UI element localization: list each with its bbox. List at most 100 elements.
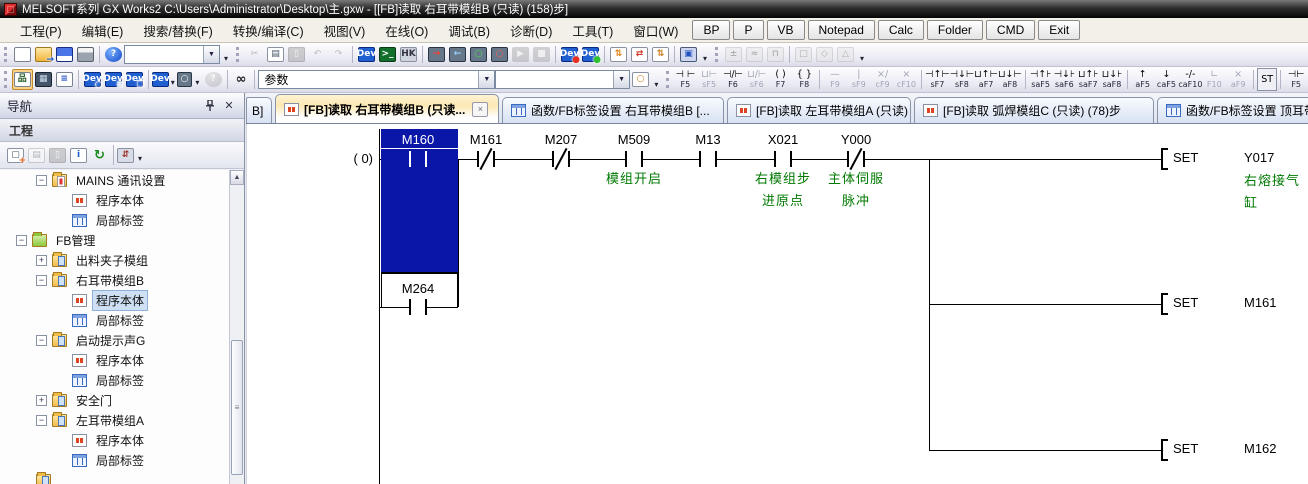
collapse-icon[interactable]: − xyxy=(36,175,47,186)
clipped-ladder-button[interactable]: ⊣⊢F5 xyxy=(1284,68,1308,91)
find-target-combo[interactable]: ▼ xyxy=(495,70,630,89)
device-search-icon[interactable]: ○▾ xyxy=(177,69,203,90)
tree-item-2[interactable]: 局部标签 xyxy=(0,210,229,230)
menu-item-0[interactable]: 工程(P) xyxy=(10,18,72,43)
device-tiles-icon[interactable]: Dev❒ xyxy=(124,69,145,90)
delete-horizontal-line-button[interactable]: ×/cF9 xyxy=(871,68,895,91)
toolbar-grip[interactable] xyxy=(4,47,9,62)
refresh-icon[interactable]: ↻ xyxy=(89,145,110,166)
quick-access-combo[interactable]: ▼ xyxy=(124,45,220,64)
tree-item-10[interactable]: 局部标签 xyxy=(0,370,229,390)
tree-item-13[interactable]: 程序本体 xyxy=(0,430,229,450)
draw-line-button[interactable]: ∟F10 xyxy=(1202,68,1226,91)
menu-button-cmd[interactable]: CMD xyxy=(986,20,1035,40)
document-tab-5[interactable]: 函数/FB标签设置 顶耳带模 xyxy=(1157,97,1308,123)
menu-button-vb[interactable]: VB xyxy=(767,20,805,40)
toolbar-grip[interactable] xyxy=(715,47,720,62)
contact-cell-M13[interactable] xyxy=(684,137,732,177)
instruction-label[interactable]: SET xyxy=(1173,441,1198,456)
ladder-canvas[interactable]: M160M161M207M509模组开启M13X021右模组步进原点Y000主体… xyxy=(247,124,1308,484)
delete-vertical-line-button[interactable]: ×cF10 xyxy=(895,68,919,91)
tree-item-1[interactable]: 程序本体 xyxy=(0,190,229,210)
vertical-line-button[interactable]: |sF9 xyxy=(847,68,871,91)
contact-cell-M160[interactable] xyxy=(394,137,442,177)
transfer-read-icon[interactable]: ⇄ xyxy=(629,44,650,65)
hex-key-icon[interactable]: HK xyxy=(398,44,419,65)
project-tree-icon[interactable]: 品 xyxy=(12,69,33,90)
menu-item-8[interactable]: 工具(T) xyxy=(562,18,623,43)
contact-cell-M264[interactable] xyxy=(394,285,442,325)
paste-icon[interactable]: ▯ xyxy=(286,44,307,65)
redo-icon[interactable]: ↷ xyxy=(328,44,349,65)
find-binoculars-icon[interactable]: ∞ xyxy=(230,69,251,90)
project-section-header[interactable]: 工程 xyxy=(0,119,244,142)
menu-button-bp[interactable]: BP xyxy=(692,20,730,40)
document-tab-4[interactable]: [FB]读取 弧焊模组C (只读) (78)步 xyxy=(914,97,1154,123)
toolbar-grip[interactable] xyxy=(236,47,241,62)
ladder-monitor-2-icon[interactable]: ≈ xyxy=(744,44,765,65)
quick-access-combo-dropdown-icon[interactable]: ▼ xyxy=(203,46,219,63)
operand-label[interactable]: M161 xyxy=(1244,295,1277,310)
sort-icon-dropdown-icon[interactable]: ▾ xyxy=(134,145,146,166)
menu-item-9[interactable]: 窗口(W) xyxy=(623,18,688,43)
menu-item-5[interactable]: 在线(O) xyxy=(375,18,438,43)
contact-cell-M161[interactable] xyxy=(462,137,510,177)
menu-item-4[interactable]: 视图(V) xyxy=(314,18,376,43)
help-disabled-icon[interactable]: ? xyxy=(203,69,224,90)
tree-item-5[interactable]: −右耳带模组B xyxy=(0,270,229,290)
pc-monitor-icon[interactable]: ▣ xyxy=(678,44,699,65)
contact-cell-Y000[interactable] xyxy=(832,137,880,177)
pulse-monitor-icon[interactable]: ⊓ xyxy=(765,44,786,65)
toolbar-overflow-icon-2[interactable]: ▾ xyxy=(699,43,711,66)
scrollbar-thumb[interactable]: ≡ xyxy=(231,340,243,475)
print-icon[interactable] xyxy=(75,44,96,65)
tree-item-11[interactable]: +安全门 xyxy=(0,390,229,410)
list-view-icon[interactable]: ≡ xyxy=(54,69,75,90)
copy-item-icon[interactable]: ▤ xyxy=(26,145,47,166)
paste-item-icon[interactable]: ▯ xyxy=(47,145,68,166)
document-tab-0[interactable]: B] xyxy=(246,97,272,123)
collapse-icon[interactable]: − xyxy=(16,235,27,246)
menu-button-p[interactable]: P xyxy=(733,20,763,40)
device-comment-icon[interactable]: Dev xyxy=(356,44,377,65)
tree-item-9[interactable]: 程序本体 xyxy=(0,350,229,370)
transfer-setup-icon[interactable]: ⇅ xyxy=(608,44,629,65)
write-to-plc-icon[interactable]: → xyxy=(426,44,447,65)
horizontal-line-button[interactable]: —F9 xyxy=(823,68,847,91)
pin-icon[interactable] xyxy=(202,98,218,113)
application-instruction-button[interactable]: { }F8 xyxy=(792,68,816,91)
menu-button-exit[interactable]: Exit xyxy=(1038,20,1080,40)
watch-icon[interactable]: ◇ xyxy=(814,44,835,65)
monitor-start-icon[interactable]: ▶ xyxy=(510,44,531,65)
verify-with-plc-icon[interactable]: ○ xyxy=(468,44,489,65)
tab-close-icon[interactable]: × xyxy=(472,102,488,117)
device-memory-icon[interactable]: Dev● xyxy=(559,44,580,65)
remote-operation-icon[interactable]: ○ xyxy=(489,44,510,65)
rising-pulse-button[interactable]: ⊣↑⊢sF7 xyxy=(925,68,950,91)
device-list-icon[interactable]: Dev≡ xyxy=(103,69,124,90)
scale-icon[interactable]: △ xyxy=(835,44,856,65)
tree-item-6[interactable]: 程序本体 xyxy=(0,290,229,310)
parallel-closed-contact-button[interactable]: ⊔/⊢sF6 xyxy=(745,68,769,91)
toolbar-overflow-icon-3[interactable]: ▾ xyxy=(856,43,868,66)
pulse-down-button[interactable]: ↓caF5 xyxy=(1155,68,1179,91)
contact-cell-M207[interactable] xyxy=(537,137,585,177)
toolbar-overflow-icon-4[interactable]: ▾ xyxy=(651,67,662,92)
tree-item-0[interactable]: −MAINS 通讯设置 xyxy=(0,170,229,190)
open-project-icon[interactable]: → xyxy=(33,44,54,65)
find-target-combo-dropdown-icon[interactable]: ▼ xyxy=(613,71,629,88)
parallel-falling-negation-button[interactable]: ⊔↓⊦saF8 xyxy=(1100,68,1124,91)
toolbar-overflow-icon[interactable]: ▾ xyxy=(220,43,232,66)
sort-icon[interactable]: ⇵▾ xyxy=(117,145,146,166)
menu-item-1[interactable]: 编辑(E) xyxy=(72,18,134,43)
contact-cell-M509[interactable] xyxy=(610,137,658,177)
cut-icon[interactable]: ✂ xyxy=(244,44,265,65)
menu-item-6[interactable]: 调试(B) xyxy=(438,18,500,43)
contact-cell-X021[interactable] xyxy=(759,137,807,177)
falling-pulse-negation-button[interactable]: ⊣↓⊦saF6 xyxy=(1052,68,1076,91)
rising-pulse-negation-button[interactable]: ⊣↑⊦saF5 xyxy=(1029,68,1053,91)
tree-scrollbar[interactable]: ▲ ≡ xyxy=(229,170,244,484)
toolbar-grip[interactable] xyxy=(4,71,9,88)
menu-button-folder[interactable]: Folder xyxy=(927,20,983,40)
parallel-rising-negation-button[interactable]: ⊔↑⊦saF7 xyxy=(1076,68,1100,91)
